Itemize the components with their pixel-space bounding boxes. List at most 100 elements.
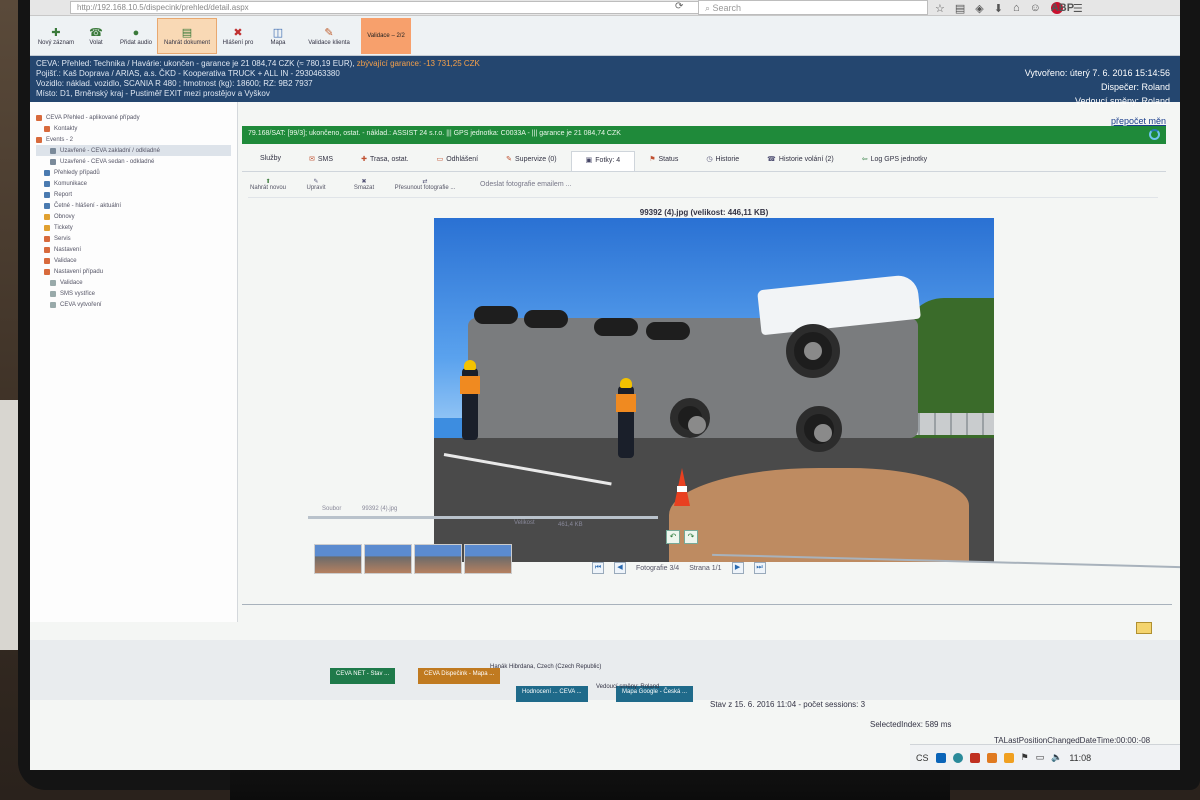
- tab-call-history[interactable]: ☎ Historie volání (2): [753, 151, 848, 171]
- taskbar-item[interactable]: CEVA NET - Stav ...: [330, 668, 396, 684]
- rotate-left-button[interactable]: ↶: [666, 530, 680, 544]
- tree-item[interactable]: Četné - hlášení - aktuální: [36, 200, 231, 211]
- tree-item[interactable]: Validace: [36, 277, 231, 288]
- info-line-2: Pojišť.: Kaš Doprava / ARIAS, a.s. ČKD -…: [36, 69, 340, 78]
- tab-label: Odhlášení: [446, 156, 479, 163]
- document-icon: ▤: [181, 27, 193, 39]
- upload-document-label: Nahrát dokument: [163, 40, 211, 46]
- tree-item[interactable]: Report: [36, 189, 231, 200]
- pdf-icon[interactable]: [969, 752, 980, 763]
- folder-icon[interactable]: [1136, 622, 1152, 634]
- tree-item[interactable]: Tickety: [36, 222, 231, 233]
- reading-list-icon[interactable]: ▤: [955, 2, 965, 15]
- tab-services[interactable]: Služby: [246, 151, 295, 171]
- pocket-icon[interactable]: ◈: [975, 2, 983, 15]
- rotate-right-button[interactable]: ↷: [684, 530, 698, 544]
- upload-photo-button[interactable]: ⬆ Nahrát novou: [248, 178, 288, 191]
- photo-thumbnail[interactable]: [414, 544, 462, 574]
- app-toolbar: ✚ Nový záznam ☎ Volat ● Přidat audio ▤ Nahrá…: [30, 16, 1180, 56]
- move-photo-button[interactable]: ⇄ Přesunout fotografie ...: [392, 178, 458, 191]
- photo-thumbnail[interactable]: [364, 544, 412, 574]
- tree-item[interactable]: Servis: [36, 233, 231, 244]
- tree-item[interactable]: Obnovy: [36, 211, 231, 222]
- flag-icon[interactable]: ⚑: [1021, 752, 1029, 763]
- next-page-button[interactable]: ▶: [731, 562, 744, 574]
- menu-icon[interactable]: ☰: [1073, 2, 1083, 15]
- tab-label: Historie: [715, 156, 740, 163]
- tab-checkout[interactable]: ▭ Odhlášení: [423, 151, 493, 171]
- tree-item-label: Obnovy: [54, 213, 75, 220]
- tree-item[interactable]: CEVA Přehled - aplikované případy: [36, 112, 231, 123]
- new-record-button[interactable]: ✚ Nový záznam: [37, 18, 75, 54]
- info-line-1: CEVA: Přehled: Technika / Havárie: ukonč…: [36, 59, 1174, 69]
- taskbar-item[interactable]: CEVA Dispečink - Mapa ...: [418, 668, 501, 684]
- tray-app-icon[interactable]: [952, 752, 963, 763]
- photo-thumbnail[interactable]: [314, 544, 362, 574]
- folder-icon: [44, 213, 50, 220]
- tree-item[interactable]: Validace: [36, 255, 231, 266]
- recalc-currency-link[interactable]: přepočet měn: [1111, 116, 1166, 126]
- report-button[interactable]: ✖ Hlášení pro: [219, 18, 257, 54]
- first-page-button[interactable]: ⏮: [592, 562, 604, 574]
- map-button[interactable]: ◫ Mapa: [259, 18, 297, 54]
- add-audio-button[interactable]: ● Přidat audio: [117, 18, 155, 54]
- browser-search-input[interactable]: ⌕ Search: [698, 0, 928, 15]
- tree-item-label: SMS vystřice: [60, 290, 96, 297]
- truck-tire: [646, 322, 690, 340]
- bookmark-star-icon[interactable]: ☆: [935, 2, 945, 15]
- tab-route[interactable]: ✚ Trasa, ostat.: [347, 151, 423, 171]
- helmet: [620, 378, 632, 388]
- tree-item[interactable]: SMS vystřice: [36, 288, 231, 299]
- photo-thumbnail[interactable]: [464, 544, 512, 574]
- tab-label: Supervize (0): [515, 156, 557, 163]
- email-photos-link[interactable]: Odeslat fotografie emailem ...: [480, 181, 571, 188]
- tab-history[interactable]: ◷ Historie: [692, 151, 753, 171]
- tree-item[interactable]: Uzavřené - CEVA sedan - odkladné: [36, 156, 231, 167]
- edit-photo-button[interactable]: ✎ Upravit: [296, 178, 336, 191]
- home-icon[interactable]: ⌂: [1013, 2, 1020, 14]
- photo-counter: Fotografie 3/4: [636, 564, 680, 572]
- new-record-icon: ✚: [51, 27, 61, 39]
- tab-sms[interactable]: ✉ SMS: [295, 151, 347, 171]
- call-button[interactable]: ☎ Volat: [77, 18, 115, 54]
- case-info-band: CEVA: Přehled: Technika / Havárie: ukonč…: [30, 56, 1180, 106]
- windows-icon[interactable]: [935, 752, 946, 763]
- taskbar-item[interactable]: Hodnocení ... CEVA ...: [516, 686, 588, 702]
- tree-item-label: Nastavení případu: [54, 268, 104, 275]
- prev-page-button[interactable]: ◀: [614, 562, 626, 574]
- network-icon[interactable]: ▭: [1036, 752, 1045, 763]
- tray-app-icon[interactable]: [1003, 752, 1014, 763]
- add-audio-label: Přidat audio: [119, 40, 153, 46]
- tab-photos[interactable]: ▣ Fotky: 4: [570, 151, 636, 171]
- tree-item[interactable]: Přehledy případů: [36, 167, 231, 178]
- office-icon[interactable]: [986, 752, 997, 763]
- tree-item-label: CEVA Přehled - aplikované případy: [46, 114, 140, 121]
- page-counter: Strana 1/1: [689, 564, 722, 572]
- tab-status[interactable]: ⚑ Status: [635, 151, 692, 171]
- photo-toolbar: ⬆ Nahrát novou ✎ Upravit ✖ Smazat ⇄ Přesunou…: [248, 172, 1158, 198]
- tab-supervision[interactable]: ✎ Supervize (0): [492, 151, 571, 171]
- download-icon[interactable]: ⬇: [994, 2, 1003, 15]
- volume-icon[interactable]: 🔈: [1051, 752, 1062, 763]
- delete-photo-button[interactable]: ✖ Smazat: [344, 178, 384, 191]
- tree-item[interactable]: Komunikace: [36, 178, 231, 189]
- case-tabs: Služby ✉ SMS ✚ Trasa, ostat. ▭ Odhlášení ✎ S…: [242, 146, 1166, 172]
- truck-wheel: [796, 406, 842, 452]
- validation-step-button[interactable]: Validace – 2/2: [361, 18, 411, 54]
- upload-document-button[interactable]: ▤ Nahrát dokument: [157, 18, 217, 54]
- tree-item[interactable]: Kontakty: [36, 123, 231, 134]
- last-page-button[interactable]: ⏭: [753, 562, 766, 574]
- smiley-icon[interactable]: ☺: [1030, 2, 1041, 14]
- url-bar[interactable]: http://192.168.10.5/dispecink/prehled/de…: [70, 1, 700, 14]
- validate-client-button[interactable]: ✎ Validace klienta: [299, 18, 359, 54]
- reload-icon[interactable]: ⟳: [675, 1, 683, 12]
- refresh-icon[interactable]: [1149, 129, 1160, 140]
- language-indicator[interactable]: CS: [916, 753, 929, 763]
- tab-gps-log[interactable]: ⇦ Log GPS jednotky: [848, 151, 941, 171]
- tree-item[interactable]: Events - 2: [36, 134, 231, 145]
- adblock-icon[interactable]: ABP: [1050, 2, 1074, 14]
- tree-item-selected[interactable]: Uzavřené - CEVA zakladní / odkladné: [36, 145, 231, 156]
- tree-item[interactable]: Nastavení případu: [36, 266, 231, 277]
- tree-item[interactable]: Nastavení: [36, 244, 231, 255]
- tree-item[interactable]: CEVA vytvoření: [36, 299, 231, 310]
